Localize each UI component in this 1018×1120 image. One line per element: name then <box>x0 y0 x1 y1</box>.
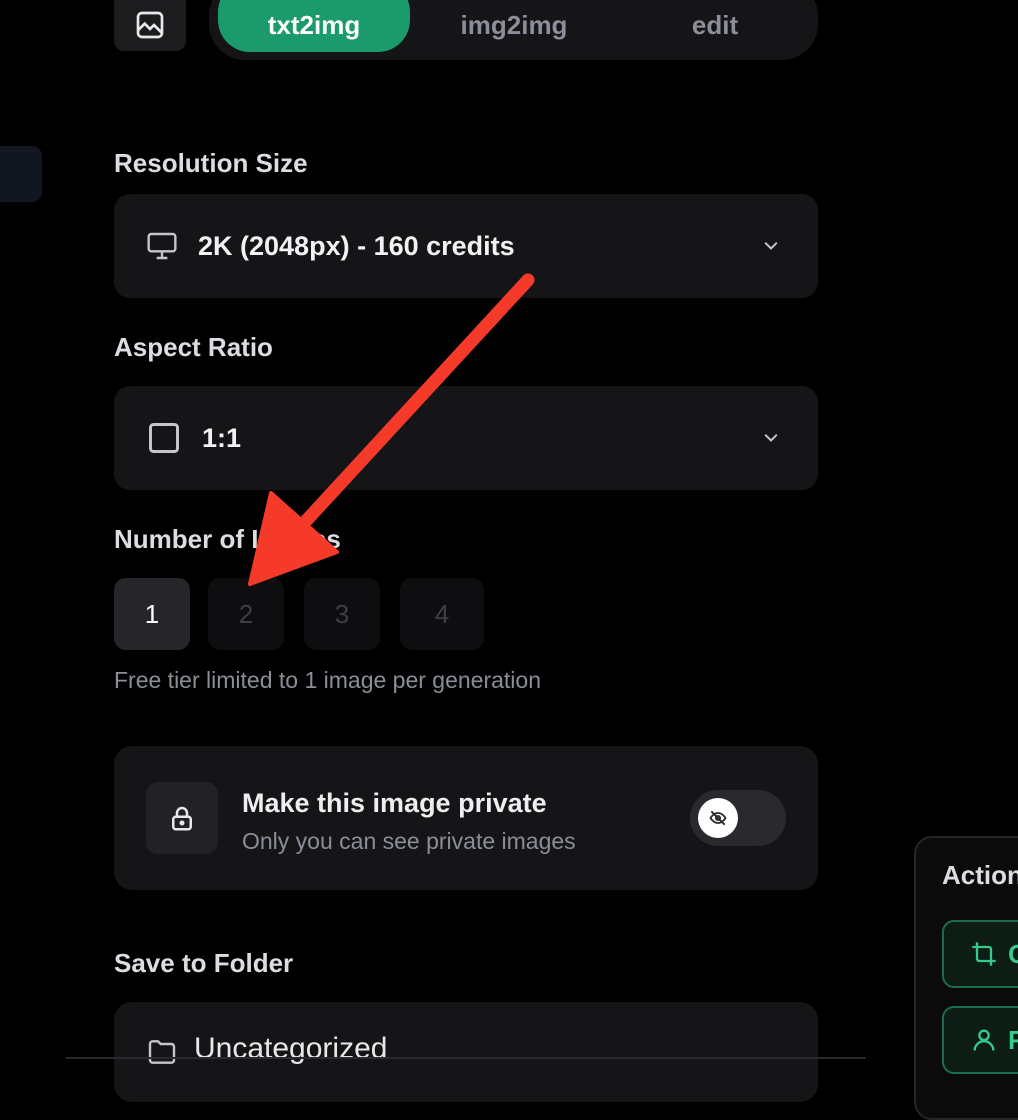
toggle-knob <box>698 798 738 838</box>
tab-img2img[interactable]: img2img <box>430 0 598 52</box>
tab-txt2img[interactable]: txt2img <box>218 0 410 52</box>
image-mode-button[interactable] <box>114 0 186 51</box>
actions-title: Actions <box>942 860 1018 890</box>
user-icon <box>973 1029 995 1051</box>
eye-off-icon <box>709 810 727 826</box>
resolution-select[interactable]: 2K (2048px) - 160 credits <box>114 194 818 298</box>
bottom-divider <box>66 1057 866 1059</box>
chevron-down-icon <box>764 433 778 442</box>
sidebar-stub[interactable] <box>0 146 42 202</box>
private-title: Make this image private <box>242 788 547 818</box>
private-subtitle: Only you can see private images <box>242 828 576 854</box>
profile-button[interactable]: F <box>942 1006 1018 1074</box>
image-count-1[interactable]: 1 <box>114 578 190 650</box>
save-folder-label: Save to Folder <box>114 948 294 978</box>
folder-icon <box>148 1040 176 1064</box>
image-count-3[interactable]: 3 <box>304 578 380 650</box>
chevron-down-icon <box>764 241 778 250</box>
square-icon <box>149 423 179 453</box>
crop-icon <box>972 942 996 966</box>
tab-edit[interactable]: edit <box>640 0 790 52</box>
resolution-value: 2K (2048px) - 160 credits <box>198 230 515 261</box>
private-toggle[interactable] <box>690 790 786 846</box>
lock-icon <box>172 806 192 831</box>
free-tier-note: Free tier limited to 1 image per generat… <box>114 667 541 693</box>
lock-icon-box <box>146 782 218 854</box>
crop-button-label: C <box>1008 938 1018 969</box>
aspect-ratio-value: 1:1 <box>202 422 242 453</box>
aspect-ratio-select[interactable]: 1:1 <box>114 386 818 490</box>
monitor-icon <box>147 232 177 260</box>
aspect-ratio-label: Aspect Ratio <box>114 332 273 362</box>
crop-button[interactable]: C <box>942 920 1018 988</box>
resolution-label: Resolution Size <box>114 148 308 178</box>
actions-panel: Actions C F <box>914 836 1018 1120</box>
image-icon <box>136 11 164 38</box>
folder-value: Uncategorized <box>194 1032 388 1065</box>
image-count-4[interactable]: 4 <box>400 578 484 650</box>
private-image-card: Make this image private Only you can see… <box>114 746 818 890</box>
number-of-images-label: Number of Images <box>114 524 341 554</box>
profile-button-label: F <box>1008 1024 1018 1055</box>
image-count-2[interactable]: 2 <box>208 578 284 650</box>
folder-select[interactable]: Uncategorized <box>114 1002 818 1102</box>
